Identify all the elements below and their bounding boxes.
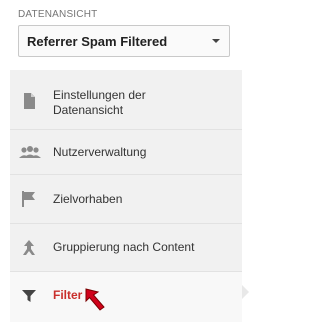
menu-item-label: Filter bbox=[53, 288, 83, 302]
selected-view: Referrer Spam Filtered bbox=[27, 34, 168, 49]
people-icon bbox=[19, 146, 41, 158]
menu-item-label: Einstellungen der Datenansicht bbox=[53, 88, 146, 117]
document-icon bbox=[24, 93, 35, 109]
view-admin-menu: Einstellungen der Datenansicht Nutzerver… bbox=[10, 70, 242, 322]
active-pointer bbox=[242, 285, 249, 299]
menu-item-view-settings[interactable]: Einstellungen der Datenansicht bbox=[10, 70, 242, 130]
view-selector[interactable]: Referrer Spam Filtered bbox=[18, 25, 230, 57]
menu-item-content-grouping[interactable]: Gruppierung nach Content bbox=[10, 224, 242, 272]
menu-item-label: Zielvorhaben bbox=[53, 192, 123, 206]
grouping-icon bbox=[23, 240, 35, 255]
menu-item-label: Gruppierung nach Content bbox=[53, 240, 195, 254]
menu-item-goals[interactable]: Zielvorhaben bbox=[10, 175, 242, 224]
section-label: DATENANSICHT bbox=[18, 9, 98, 20]
menu-item-label: Nutzerverwaltung bbox=[53, 145, 147, 159]
annotation-arrow-icon bbox=[85, 288, 105, 311]
menu-item-filters[interactable]: Filter bbox=[10, 272, 242, 322]
menu-item-user-management[interactable]: Nutzerverwaltung bbox=[10, 130, 242, 175]
flag-icon bbox=[22, 191, 35, 207]
filter-icon bbox=[22, 290, 36, 302]
chevron-down-icon bbox=[212, 39, 220, 43]
